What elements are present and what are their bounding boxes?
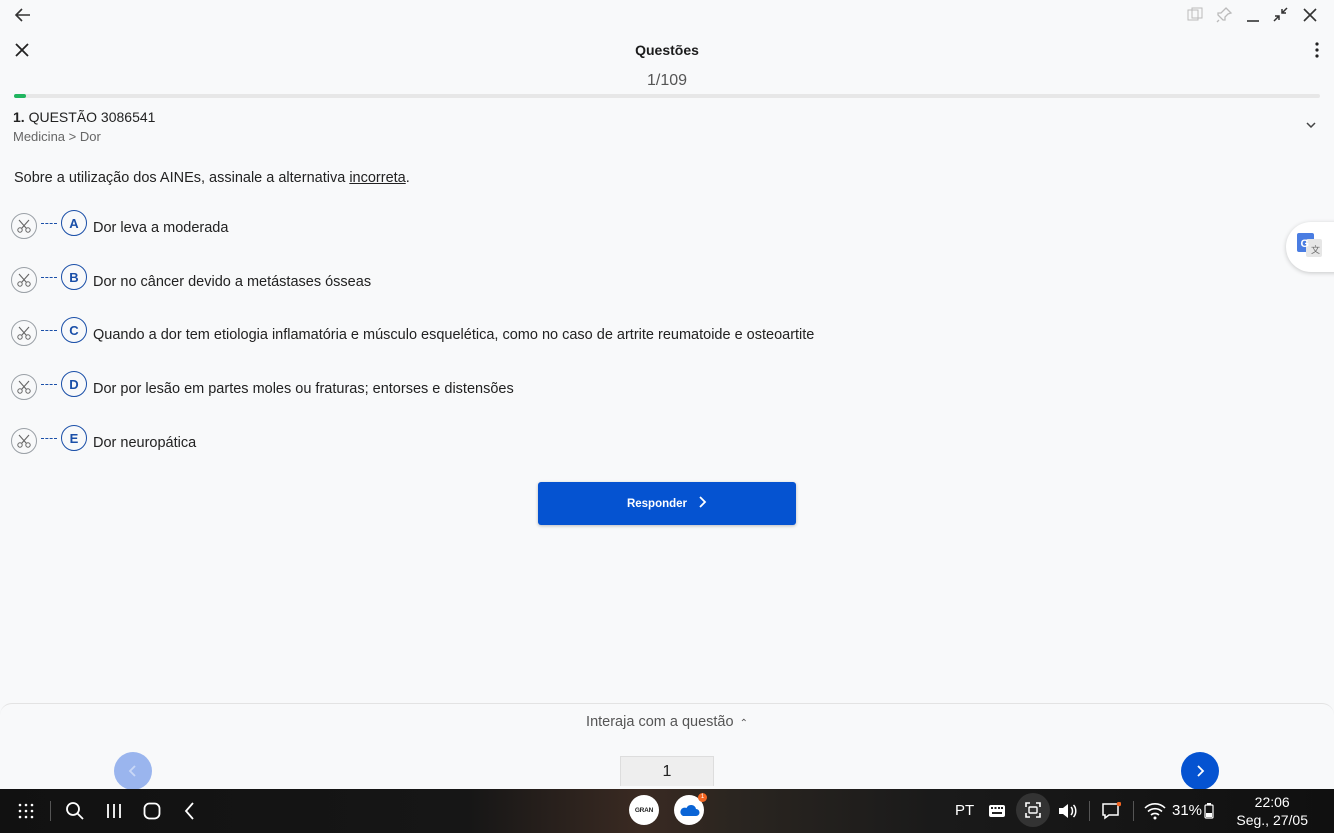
apps-grid-icon[interactable]: [15, 800, 37, 822]
interaja-label: Interaja com a questão: [586, 714, 734, 730]
letter-badge[interactable]: B: [61, 264, 87, 290]
pin-icon[interactable]: [1214, 5, 1234, 25]
question-statement: Sobre a utilização dos AINEs, assinale a…: [14, 170, 410, 186]
screenshot-icon[interactable]: [1016, 793, 1050, 827]
letter-badge[interactable]: E: [61, 425, 87, 451]
question-header: 1. QUESTÃO 3086541 Medicina > Dor: [13, 109, 155, 144]
dashed-connector: [41, 329, 57, 331]
chevron-right-icon: [697, 495, 707, 512]
next-question-button[interactable]: [1181, 752, 1219, 790]
statement-emphasis: incorreta: [349, 170, 406, 186]
minimize-icon[interactable]: [1243, 5, 1263, 25]
letter-badge[interactable]: A: [61, 210, 87, 236]
taskbar-divider: [1133, 801, 1134, 821]
chevron-up-icon: ⌃: [739, 718, 748, 729]
scissors-icon[interactable]: [11, 428, 37, 454]
nav-back-icon[interactable]: [179, 800, 201, 822]
taskbar-divider: [50, 801, 51, 821]
question-label: QUESTÃO 3086541: [28, 109, 156, 125]
window-chrome: [0, 0, 1334, 30]
chevron-down-icon[interactable]: [1304, 118, 1318, 132]
letter-badge[interactable]: D: [61, 371, 87, 397]
app-header: Questões: [0, 30, 1334, 70]
statement-text: Sobre a utilização dos AINEs, assinale a…: [14, 170, 350, 186]
gran-app-icon[interactable]: GRAN: [629, 795, 659, 825]
window-close-icon[interactable]: [1300, 5, 1320, 25]
clock-time: 22:06: [1254, 794, 1290, 810]
alternative-text[interactable]: Dor neuropática: [93, 435, 196, 451]
question-number: 1.: [13, 109, 25, 125]
alternative-text[interactable]: Dor leva a moderada: [93, 220, 228, 236]
keyboard-icon[interactable]: [986, 800, 1008, 822]
alternative-a[interactable]: A Dor leva a moderada: [11, 210, 228, 241]
alternative-text[interactable]: Quando a dor tem etiologia inflamatória …: [93, 327, 814, 343]
scissors-icon[interactable]: [11, 320, 37, 346]
system-taskbar: GRAN 1 PT 31% 22:06 Seg., 27/05: [0, 789, 1334, 833]
dashed-connector: [41, 437, 57, 439]
recent-apps-icon[interactable]: [103, 800, 125, 822]
language-indicator[interactable]: PT: [955, 802, 974, 819]
chevron-right-icon: [1197, 765, 1205, 777]
volume-icon[interactable]: [1056, 800, 1078, 822]
translate-button[interactable]: G文: [1286, 222, 1334, 272]
taskbar-divider: [1089, 801, 1090, 821]
restore-icon[interactable]: [1271, 5, 1291, 25]
scissors-icon[interactable]: [11, 374, 37, 400]
google-translate-icon: G文: [1296, 231, 1324, 264]
scissors-icon[interactable]: [11, 213, 37, 239]
progress-bar: [14, 94, 1320, 98]
notification-badge: 1: [698, 793, 707, 802]
battery-icon: [1203, 800, 1215, 822]
question-title: 1. QUESTÃO 3086541: [13, 109, 155, 125]
wifi-icon[interactable]: [1144, 800, 1166, 822]
battery-percent: 31%: [1172, 802, 1203, 819]
alternative-c[interactable]: C Quando a dor tem etiologia inflamatóri…: [11, 317, 814, 348]
svg-text:文: 文: [1311, 244, 1320, 255]
chevron-left-icon: [128, 765, 136, 777]
onedrive-app-icon[interactable]: 1: [674, 793, 707, 825]
svg-text:G: G: [1301, 238, 1310, 250]
dashed-connector: [41, 222, 57, 224]
breadcrumb: Medicina > Dor: [13, 129, 101, 144]
alternative-e[interactable]: E Dor neuropática: [11, 425, 196, 456]
home-icon[interactable]: [141, 800, 163, 822]
clock[interactable]: 22:06 Seg., 27/05: [1236, 793, 1308, 829]
letter-badge[interactable]: C: [61, 317, 87, 343]
question-counter: 1/109: [646, 72, 688, 89]
progress-fill: [14, 94, 26, 98]
responder-label: Responder: [626, 497, 688, 510]
more-options-icon[interactable]: [1312, 40, 1322, 60]
alternative-text[interactable]: Dor por lesão em partes moles ou fratura…: [93, 381, 514, 397]
alternative-b[interactable]: B Dor no câncer devido a metástases ósse…: [11, 264, 371, 295]
clock-date: Seg., 27/05: [1236, 812, 1308, 828]
back-arrow-icon[interactable]: [12, 4, 34, 26]
notifications-icon[interactable]: [1100, 800, 1122, 822]
bottom-panel: Interaja com a questão ⌃: [0, 703, 1334, 790]
responder-button[interactable]: Responder: [538, 482, 796, 525]
scissors-icon[interactable]: [11, 267, 37, 293]
page-title: Questões: [635, 42, 699, 58]
multi-window-icon[interactable]: [1185, 5, 1205, 25]
alternative-text[interactable]: Dor no câncer devido a metástases ósseas: [93, 274, 371, 290]
dashed-connector: [41, 383, 57, 385]
statement-end: .: [405, 170, 410, 186]
dashed-connector: [41, 276, 57, 278]
gran-app-label: GRAN: [634, 806, 654, 814]
alternative-d[interactable]: D Dor por lesão em partes moles ou fratu…: [11, 371, 514, 402]
search-icon[interactable]: [64, 800, 86, 822]
page-number-input[interactable]: [620, 756, 714, 786]
previous-question-button[interactable]: [114, 752, 152, 790]
interaja-toggle[interactable]: Interaja com a questão ⌃: [0, 714, 1334, 730]
